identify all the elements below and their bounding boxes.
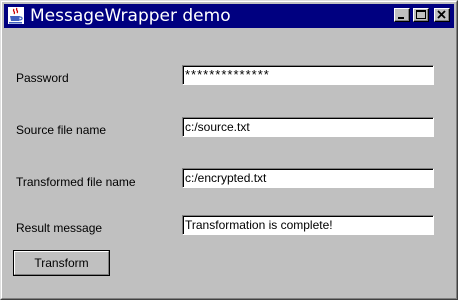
maximize-button[interactable] [413,8,429,22]
close-icon [437,10,446,19]
minimize-button[interactable] [394,8,410,22]
result-message-field[interactable]: Transformation is complete! [182,215,434,235]
password-field[interactable]: ************** [182,65,434,85]
password-label: Password [16,71,69,85]
transformed-file-field[interactable]: c:/encrypted.txt [182,168,434,188]
minimize-icon [398,17,404,19]
result-message-label: Result message [16,221,103,235]
title-bar[interactable]: MessageWrapper demo [4,4,454,28]
window-title: MessageWrapper demo [30,6,231,26]
transformed-file-label: Transformed file name [16,175,136,189]
maximize-icon [416,10,426,19]
java-cup-icon[interactable] [7,6,25,25]
app-window: MessageWrapper demo Password ***********… [0,0,458,300]
source-file-field[interactable]: c:/source.txt [182,117,434,137]
source-file-label: Source file name [16,123,107,137]
close-button[interactable] [434,8,450,22]
transform-button[interactable]: Transform [13,250,110,276]
transform-button-label: Transform [14,251,109,275]
